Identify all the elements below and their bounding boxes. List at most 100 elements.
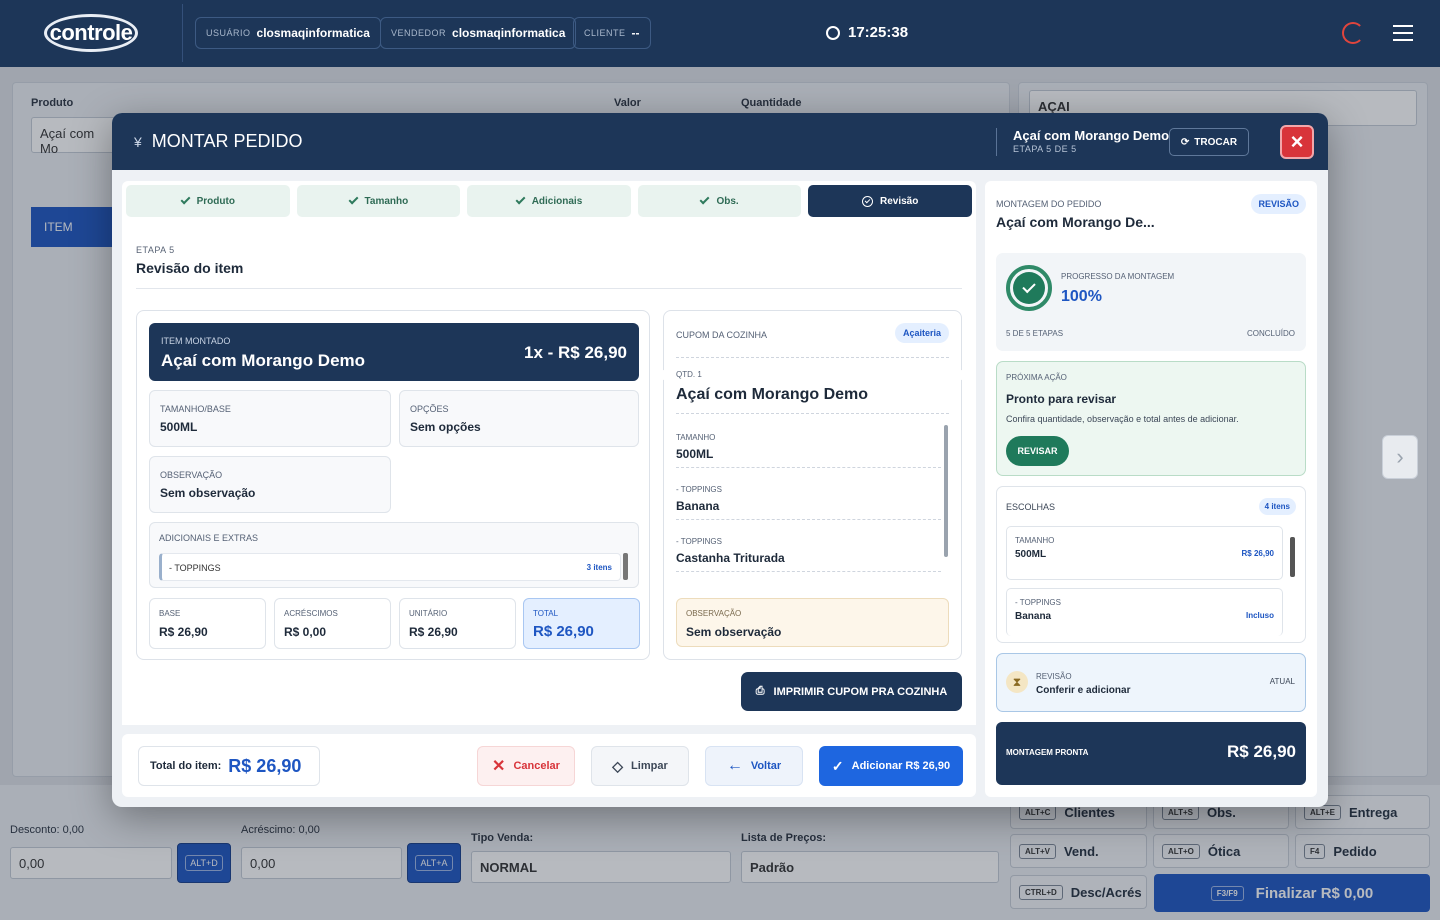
- choices-label: ESCOLHAS: [1006, 502, 1056, 512]
- coupon-obs: OBSERVAÇÃO Sem observação: [676, 598, 949, 647]
- base-value: R$ 26,90: [159, 625, 208, 639]
- step-obs[interactable]: Obs.: [637, 185, 802, 217]
- close-button[interactable]: ×: [1280, 125, 1314, 159]
- cancel-label: Cancelar: [513, 760, 560, 772]
- check-icon: ✓: [831, 757, 844, 774]
- step-product[interactable]: Produto: [126, 185, 290, 217]
- check-icon: [180, 194, 191, 205]
- scrollbar[interactable]: [623, 553, 628, 580]
- clock-icon: [826, 25, 840, 40]
- menu-icon[interactable]: [1393, 25, 1413, 41]
- back-button[interactable]: ← Voltar: [705, 746, 803, 786]
- step-label: Produto: [196, 195, 235, 207]
- step-number: ETAPA 5: [136, 245, 175, 255]
- progress-label: PROGRESSO DA MONTAGEM: [1061, 272, 1175, 281]
- choice-label: - TOPPINGS: [1015, 598, 1061, 607]
- clock-time: 17:25:38: [848, 24, 909, 41]
- choices-count: 4 itens: [1258, 498, 1296, 515]
- chevron-right-icon[interactable]: ›: [1382, 435, 1418, 479]
- scrollbar[interactable]: [944, 425, 948, 557]
- item-label: ITEM MONTADO: [161, 336, 231, 346]
- ready-label: MONTAGEM PRONTA: [1006, 748, 1089, 757]
- arrow-left-icon: ←: [726, 757, 743, 774]
- current-title: Conferir e adicionar: [1036, 685, 1131, 696]
- controle-logo[interactable]: controle: [44, 14, 138, 52]
- item-header: ITEM MONTADO Açaí com Morango Demo 1x - …: [149, 323, 639, 381]
- coupon-line-value: 500ML: [676, 447, 714, 461]
- divider: [676, 467, 941, 468]
- obs-value: Sem observação: [160, 486, 256, 500]
- item-name: Açaí com Morango Demo: [161, 351, 366, 370]
- unit-label: UNITÁRIO: [409, 609, 448, 618]
- summary-label: MONTAGEM DO PEDIDO: [996, 199, 1102, 209]
- header-product-name: Açaí com Morango Demo: [1013, 128, 1170, 143]
- client-value: --: [631, 26, 640, 40]
- extras-count: 3 itens: [586, 563, 612, 572]
- extras-row[interactable]: - TOPPINGS 3 itens: [159, 553, 621, 581]
- close-icon: ×: [1290, 129, 1304, 154]
- progress-value: 100%: [1061, 288, 1102, 305]
- client-chip[interactable]: CLIENTE --: [573, 17, 651, 49]
- swap-label: TROCAR: [1194, 136, 1238, 148]
- step-label: Adicionais: [531, 195, 583, 207]
- user-value: closmaqinformatica: [256, 26, 370, 40]
- size-label: TAMANHO/BASE: [160, 404, 231, 414]
- surcharge-box: ACRÉSCIMOS R$ 0,00: [274, 598, 391, 649]
- stepper: Produto Tamanho Adicionais Obs. Revisão: [126, 185, 972, 217]
- divider: [996, 128, 997, 156]
- modal-header: ¥ MONTAR PEDIDO Açaí com Morango Demo ETA…: [112, 113, 1328, 170]
- step-label: Revisão: [879, 195, 919, 207]
- unit-value: R$ 26,90: [409, 625, 458, 639]
- add-label: Adicionar R$ 26,90: [851, 760, 951, 772]
- extras-box: ADICIONAIS E EXTRAS - TOPPINGS 3 itens: [149, 522, 639, 588]
- ready-value: R$ 26,90: [1227, 742, 1296, 761]
- divider: [676, 413, 949, 414]
- step-label: Obs.: [716, 195, 739, 207]
- choices-card: ESCOLHAS 4 itens TAMANHO 500ML R$ 26,90 - …: [996, 486, 1306, 643]
- scrollbar[interactable]: [1290, 537, 1295, 577]
- extras-label: ADICIONAIS E EXTRAS: [159, 533, 259, 543]
- client-label: CLIENTE: [584, 28, 626, 38]
- coupon-line-label: - TOPPINGS: [676, 537, 722, 546]
- check-icon: [700, 194, 710, 205]
- clear-button[interactable]: ◇ Limpar: [591, 746, 689, 786]
- choice-item: TAMANHO 500ML R$ 26,90: [1006, 526, 1283, 580]
- coupon-notch: [658, 370, 668, 380]
- step-size[interactable]: Tamanho: [296, 185, 461, 217]
- options-value: Sem opções: [410, 420, 481, 434]
- next-label: PRÓXIMA AÇÃO: [1006, 373, 1067, 382]
- coupon-line-value: Banana: [676, 499, 720, 513]
- swap-button[interactable]: ⟳ TROCAR: [1169, 128, 1249, 156]
- cancel-button[interactable]: ✕ Cancelar: [477, 746, 575, 786]
- seller-value: closmaqinformatica: [452, 26, 566, 40]
- choice-value: 500ML: [1015, 549, 1047, 560]
- add-to-order-button[interactable]: ✓ Adicionar R$ 26,90: [819, 746, 963, 786]
- steps-done: 5 DE 5 ETAPAS: [1006, 329, 1064, 338]
- check-icon: [1013, 272, 1045, 304]
- coupon-line: TAMANHO 500ML: [676, 433, 941, 461]
- current-tag: ATUAL: [1269, 677, 1295, 686]
- utensils-icon: ¥: [134, 133, 142, 150]
- step-review[interactable]: Revisão: [808, 185, 972, 217]
- clear-label: Limpar: [631, 760, 668, 772]
- divider: [182, 4, 183, 62]
- coupon-line-value: Castanha Triturada: [676, 551, 785, 565]
- kitchen-coupon: CUPOM DA COZINHA Açaiteria QTD. 1 Açaí c…: [658, 310, 967, 660]
- options-label: OPÇÕES: [410, 404, 449, 414]
- obs-label: OBSERVAÇÃO: [160, 470, 223, 480]
- modal-title-text: MONTAR PEDIDO: [151, 131, 303, 151]
- logout-icon[interactable]: [1342, 22, 1364, 44]
- step-extras[interactable]: Adicionais: [467, 185, 631, 217]
- coupon-qty: QTD. 1: [676, 370, 702, 379]
- print-coupon-button[interactable]: ⎙ IMPRIMIR CUPOM PRA COZINHA: [741, 672, 962, 711]
- total-price-box: TOTAL R$ 26,90: [523, 598, 640, 649]
- hourglass-icon: ⧗: [1006, 671, 1028, 693]
- progress-ring: [1006, 265, 1052, 311]
- review-button[interactable]: REVISAR: [1006, 436, 1069, 466]
- item-summary-card: ITEM MONTADO Açaí com Morango Demo 1x - …: [136, 310, 650, 660]
- item-total-label: Total do item:: [150, 760, 222, 772]
- size-value: 500ML: [160, 420, 198, 434]
- base-price-box: BASE R$ 26,90: [149, 598, 266, 649]
- user-label: USUÁRIO: [206, 28, 251, 38]
- coupon-product: Açaí com Morango Demo: [676, 386, 869, 403]
